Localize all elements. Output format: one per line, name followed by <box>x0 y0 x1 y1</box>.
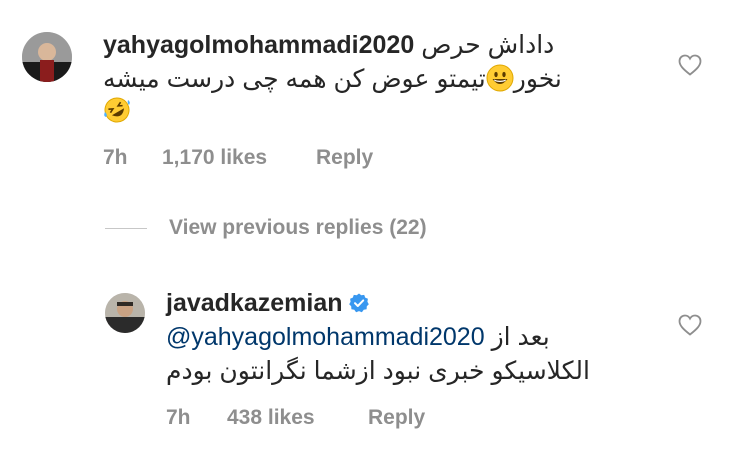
comment-text-line-2-start: نخور <box>513 65 562 93</box>
reply-line-2: @yahyagolmohammadi2020 بعد از <box>166 322 550 352</box>
divider-dash <box>105 227 147 229</box>
comment-username[interactable]: yahyagolmohammadi2020 <box>103 31 414 59</box>
reply-line-1: javadkazemian <box>166 288 369 318</box>
comment-time: 7h <box>103 146 128 169</box>
avatar-javadkazemian[interactable] <box>105 293 145 333</box>
reply-reply-button[interactable]: Reply <box>368 406 425 430</box>
view-previous-replies-label[interactable]: View previous replies (22) <box>169 216 427 240</box>
reply-time: 7h <box>166 406 191 429</box>
comment-text-line-2-end: تیمتو عوض کن همه چی درست میشه <box>103 65 486 93</box>
reply-text-line-2: الکلاسیکو خبری نبود ازشما نگرانتون بودم <box>166 357 590 385</box>
rolling-on-floor-laughing-emoji-icon <box>103 96 131 124</box>
grinning-face-emoji-icon <box>486 64 514 92</box>
comment-line-2: نخور تیمتو عوض کن همه چی درست میشه <box>103 64 562 94</box>
reply-username[interactable]: javadkazemian <box>166 289 343 317</box>
verified-badge-icon <box>348 293 369 313</box>
reply-mention-link[interactable]: @yahyagolmohammadi2020 <box>166 323 485 351</box>
comment-text-line-1: داداش حرص <box>421 31 555 59</box>
reply-text-line-1-start: بعد از <box>491 323 550 351</box>
avatar-yahyagolmohammadi[interactable] <box>22 32 72 82</box>
comment-likes[interactable]: 1,170 likes <box>162 146 267 170</box>
reply-likes[interactable]: 438 likes <box>227 406 315 430</box>
comment-like-heart-icon[interactable] <box>678 54 702 76</box>
comment-line-3 <box>103 96 131 126</box>
reply-like-heart-icon[interactable] <box>678 314 702 336</box>
comment-reply-button[interactable]: Reply <box>316 146 373 170</box>
view-previous-replies-button[interactable]: View previous replies (22) <box>105 216 427 240</box>
reply-line-3: الکلاسیکو خبری نبود ازشما نگرانتون بودم <box>166 356 590 386</box>
comment-line-1: yahyagolmohammadi2020 داداش حرص <box>103 30 554 60</box>
